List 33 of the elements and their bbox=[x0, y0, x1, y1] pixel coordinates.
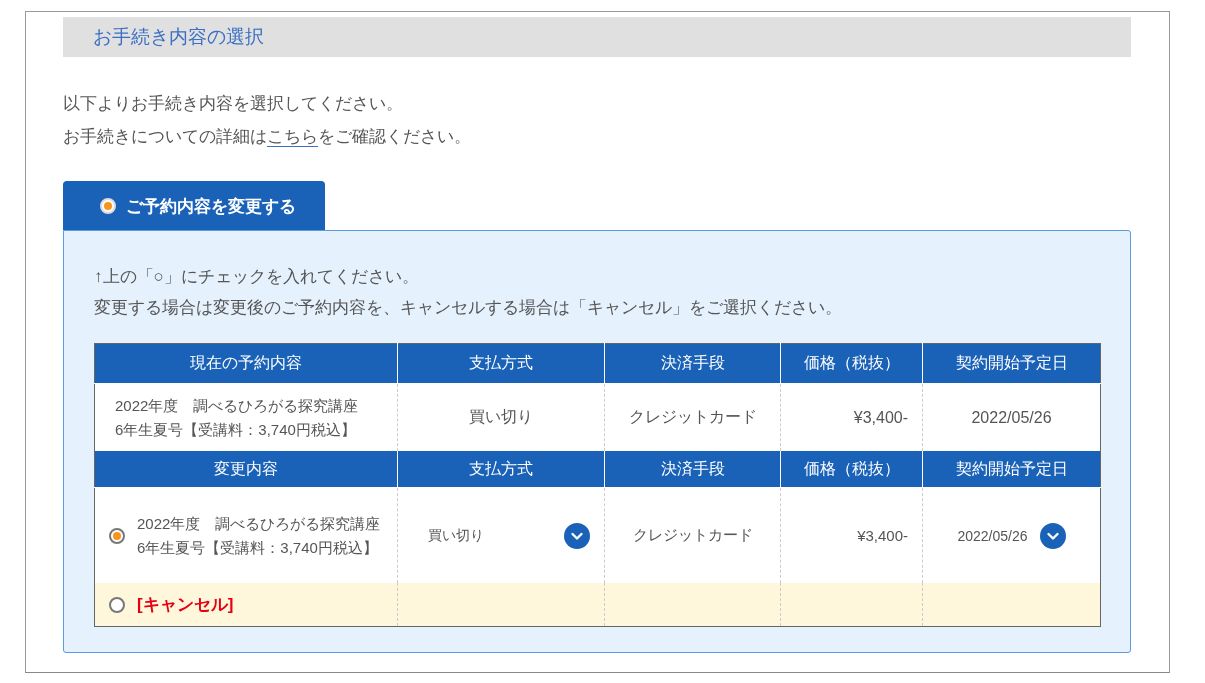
column-header: 現在の予約内容 bbox=[94, 343, 398, 384]
column-header: 契約開始予定日 bbox=[922, 451, 1101, 488]
dropdown-value: 2022/05/26 bbox=[957, 527, 1028, 544]
column-header: 契約開始予定日 bbox=[922, 343, 1101, 384]
cancel-label: [キャンセル] bbox=[137, 594, 234, 616]
radio-button[interactable] bbox=[109, 596, 125, 613]
option-tab[interactable]: ご予約内容を変更する bbox=[63, 181, 325, 230]
instruction-text: ↑上の「○」にチェックを入れてください。 bbox=[94, 266, 420, 288]
table-cell: 2022年度 調べるひろがる探究講座 6年生夏号【受講料：3,740円税込】 bbox=[94, 383, 398, 451]
table-cell: ¥3,400- bbox=[780, 383, 923, 451]
radio-button[interactable] bbox=[109, 527, 125, 544]
column-header: 支払方式 bbox=[397, 343, 605, 384]
plan-text: 2022年度 調べるひろがる探究講座 6年生夏号【受講料：3,740円税込】 bbox=[137, 513, 382, 558]
column-header: 変更内容 bbox=[94, 451, 398, 488]
dropdown-icon[interactable] bbox=[564, 522, 590, 549]
table-cell: 2022/05/26 bbox=[922, 383, 1101, 451]
table-cell: クレジットカード bbox=[604, 487, 781, 583]
table-cell: クレジットカード bbox=[604, 383, 781, 451]
intro-text: 以下よりお手続き内容を選択してください。 bbox=[63, 93, 404, 115]
dropdown-icon[interactable] bbox=[1039, 522, 1066, 549]
column-header: 価格（税抜） bbox=[780, 451, 923, 488]
details-link[interactable]: こちら bbox=[267, 127, 318, 147]
column-header: 支払方式 bbox=[397, 451, 605, 488]
instruction-text: 変更する場合は変更後のご予約内容を、キャンセルする場合は「キャンセル」をご選択ください。 bbox=[94, 297, 843, 319]
table-cell: 買い切り bbox=[397, 383, 605, 451]
column-header: 決済手段 bbox=[604, 451, 781, 488]
dropdown-value: 買い切り bbox=[428, 526, 484, 545]
tab-label: ご予約内容を変更する bbox=[126, 195, 296, 218]
intro-text: お手続きについての詳細はこちら をご確認ください。 bbox=[63, 126, 472, 149]
column-header: 決済手段 bbox=[604, 343, 781, 384]
table-cell: ¥3,400- bbox=[780, 487, 923, 583]
column-header: 価格（税抜） bbox=[780, 343, 923, 384]
section-title: お手続き内容の選択 bbox=[63, 17, 1131, 57]
